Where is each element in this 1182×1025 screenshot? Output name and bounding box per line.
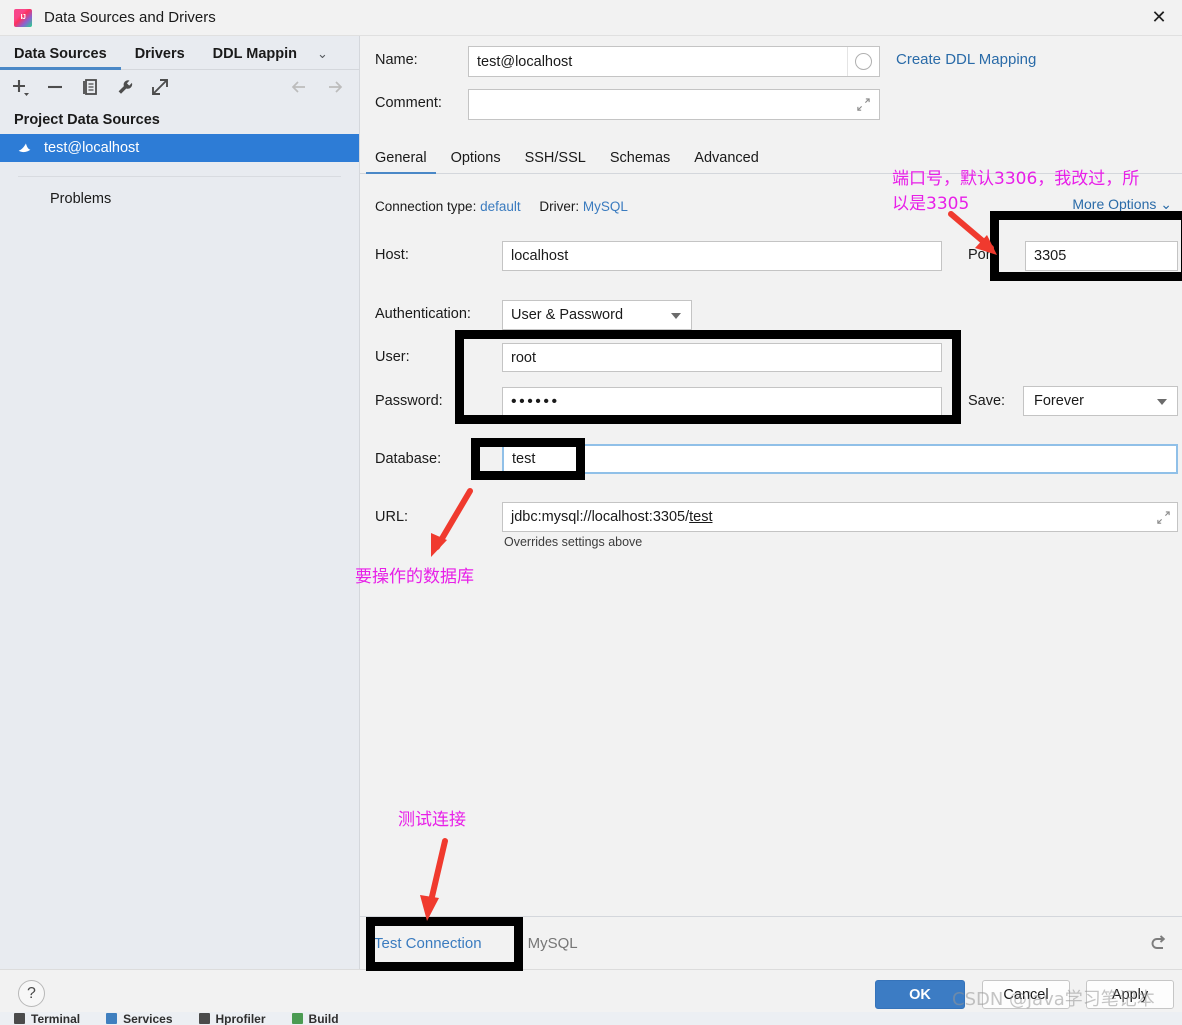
port-label: Port:	[968, 247, 999, 263]
comment-expand-icon[interactable]	[847, 90, 879, 119]
annotation-text-test-connection: 测试连接	[398, 810, 466, 830]
port-input[interactable]: 3305	[1025, 241, 1178, 271]
ide-tool-profiler-label: Hprofiler	[215, 1012, 266, 1025]
password-label: Password:	[375, 393, 443, 409]
tab-ddl-mappings[interactable]: DDL Mappin	[199, 42, 311, 69]
name-input[interactable]: test@localhost	[468, 46, 880, 77]
authentication-select[interactable]: User & Password	[502, 300, 692, 330]
remove-icon[interactable]	[45, 77, 65, 97]
user-input[interactable]: root	[502, 343, 942, 372]
ok-button[interactable]: OK	[875, 980, 965, 1009]
tab-data-sources[interactable]: Data Sources	[0, 42, 121, 70]
profiler-icon	[198, 1013, 210, 1024]
forward-arrow-icon[interactable]	[325, 77, 345, 97]
title-bar: Data Sources and Drivers ✕	[0, 0, 1182, 36]
build-icon	[291, 1013, 303, 1024]
back-arrow-icon[interactable]	[289, 77, 309, 97]
url-input[interactable]: jdbc:mysql://localhost:3305/test	[502, 502, 1178, 532]
chevron-down-icon	[671, 313, 681, 319]
sidebar-item-label: test@localhost	[44, 140, 140, 156]
host-input[interactable]: localhost	[502, 241, 942, 271]
sidebar-item-test-localhost[interactable]: test@localhost	[0, 134, 359, 162]
password-input[interactable]: ••••••	[502, 387, 942, 416]
tab-options-label: Options	[450, 150, 501, 166]
chevron-down-icon[interactable]: ⌄	[313, 40, 338, 69]
authentication-value: User & Password	[511, 307, 624, 323]
url-prefix: jdbc:mysql://localhost:3305/	[511, 509, 690, 525]
dialog-bottom-bar: Test Connection MySQL	[360, 916, 1182, 969]
connection-type-value[interactable]: default	[480, 199, 521, 214]
comment-label: Comment:	[375, 95, 442, 111]
name-label: Name:	[375, 52, 418, 68]
tab-data-sources-label: Data Sources	[14, 46, 107, 62]
ide-tool-services[interactable]: Services	[106, 1012, 173, 1025]
left-panel: Data Sources Drivers DDL Mappin ⌄ Projec…	[0, 36, 359, 969]
save-label: Save:	[968, 393, 1006, 409]
open-external-icon[interactable]	[150, 77, 170, 97]
app-window: Data Sources and Drivers ✕ Data Sources …	[0, 0, 1182, 1025]
tab-advanced[interactable]: Advanced	[685, 148, 768, 173]
annotation-text-port: 端口号，默认3306，我改过，所 以是3305	[892, 169, 1140, 214]
ide-tool-build[interactable]: Build	[291, 1012, 339, 1025]
intellij-idea-icon	[14, 8, 32, 27]
tab-schemas[interactable]: Schemas	[601, 148, 679, 173]
test-connection-button[interactable]: Test Connection	[374, 935, 482, 952]
tab-ssh-ssl-label: SSH/SSL	[524, 150, 586, 166]
tab-ssh-ssl[interactable]: SSH/SSL	[516, 148, 595, 173]
url-database-segment: test	[689, 509, 713, 525]
ide-tool-services-label: Services	[123, 1012, 173, 1025]
ide-tool-build-label: Build	[308, 1012, 339, 1025]
ide-bottom-toolbar: Terminal Services Hprofiler Build	[0, 1012, 1182, 1025]
database-input[interactable]: test	[502, 444, 1178, 474]
dialog-footer: ? OK Cancel Apply	[0, 969, 1182, 1016]
save-select[interactable]: Forever	[1023, 386, 1178, 416]
chevron-down-icon	[1157, 399, 1167, 405]
driver-value[interactable]: MySQL	[583, 199, 628, 214]
cancel-button[interactable]: Cancel	[982, 980, 1070, 1009]
apply-button[interactable]: Apply	[1086, 980, 1174, 1009]
connection-type-label: Connection type:	[375, 199, 477, 214]
left-panel-nav	[289, 77, 345, 97]
undo-arrow-icon[interactable]	[1147, 932, 1169, 959]
create-ddl-mapping-link[interactable]: Create DDL Mapping	[896, 51, 1036, 68]
tab-options[interactable]: Options	[442, 148, 510, 173]
ide-tool-terminal-label: Terminal	[31, 1012, 81, 1025]
authentication-label: Authentication:	[375, 306, 471, 322]
url-note: Overrides settings above	[504, 535, 643, 549]
wrench-icon[interactable]	[115, 77, 135, 97]
tab-drivers[interactable]: Drivers	[121, 42, 199, 69]
tab-schemas-label: Schemas	[609, 150, 671, 166]
terminal-icon	[14, 1013, 25, 1024]
ide-tool-terminal[interactable]: Terminal	[14, 1012, 80, 1025]
driver-label: Driver:	[539, 199, 580, 214]
help-icon[interactable]: ?	[18, 980, 45, 1007]
tab-advanced-label: Advanced	[694, 150, 759, 166]
color-circle-icon[interactable]	[847, 47, 879, 76]
services-icon	[106, 1013, 118, 1024]
tab-drivers-label: Drivers	[134, 46, 185, 62]
driver-name-label: MySQL	[527, 934, 578, 952]
project-data-sources-header: Project Data Sources	[14, 112, 160, 128]
save-value: Forever	[1034, 393, 1084, 409]
host-label: Host:	[375, 247, 409, 263]
sidebar-item-problems[interactable]: Problems	[0, 177, 359, 207]
copy-icon[interactable]	[80, 77, 100, 97]
user-label: User:	[375, 349, 410, 365]
close-icon[interactable]: ✕	[1136, 0, 1182, 35]
tab-general[interactable]: General	[366, 148, 436, 174]
tab-general-label: General	[375, 150, 427, 166]
window-title: Data Sources and Drivers	[44, 9, 216, 26]
tab-ddl-mappings-label: DDL Mappin	[212, 46, 297, 62]
left-panel-toolbar	[0, 70, 359, 104]
connection-type-row: Connection type: default Driver: MySQL	[375, 199, 628, 214]
add-icon[interactable]	[10, 77, 30, 97]
annotation-text-database: 要操作的数据库	[355, 567, 474, 587]
comment-input[interactable]	[468, 89, 880, 120]
url-label: URL:	[375, 509, 409, 525]
ide-tool-profiler[interactable]: Hprofiler	[198, 1012, 266, 1025]
mysql-dolphin-icon	[18, 143, 31, 153]
url-expand-icon[interactable]	[1150, 504, 1176, 530]
database-label: Database:	[375, 451, 442, 467]
left-tab-strip: Data Sources Drivers DDL Mappin ⌄	[0, 36, 359, 70]
